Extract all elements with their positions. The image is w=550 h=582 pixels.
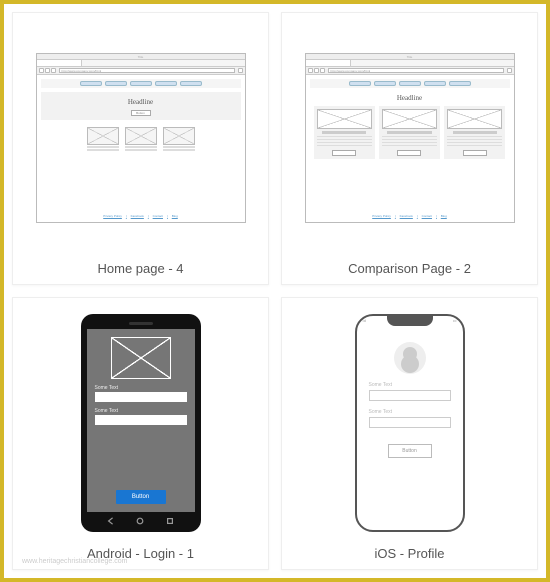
footer-links: Privacy Policy| Facebook| Contact| Blog <box>103 214 178 218</box>
android-nav-bar <box>87 512 195 526</box>
url-bar: http://www.company.com/html <box>59 68 235 73</box>
avatar-icon <box>394 342 426 374</box>
column-button <box>332 150 356 156</box>
profile-button: Button <box>388 444 432 458</box>
browser-tabs <box>306 60 514 67</box>
browser-wireframe: Title http://www.company.com/html Headli… <box>305 53 515 223</box>
gallery-container: Title http://www.company.com/html Headli… <box>0 0 550 582</box>
preview-ios: ııl CARRIER ▭ Some Text Some Text Button <box>292 308 527 538</box>
signal-icon: ııl <box>363 318 366 328</box>
search-icon <box>507 68 512 73</box>
preview-android: Some Text Some Text Button <box>23 308 258 538</box>
column-button <box>397 150 421 156</box>
card-title: Home page - 4 <box>98 261 184 276</box>
card-ios-profile[interactable]: ııl CARRIER ▭ Some Text Some Text Button <box>281 297 538 570</box>
forward-icon <box>314 68 319 73</box>
hero-section: Headline Button <box>41 92 241 120</box>
text-input <box>369 417 451 428</box>
image-placeholder-icon <box>382 109 437 129</box>
hero-button: Button <box>131 110 151 116</box>
login-button: Button <box>116 490 166 504</box>
text-input <box>95 392 187 402</box>
recent-icon <box>165 516 175 526</box>
back-icon <box>308 68 313 73</box>
browser-toolbar: http://www.company.com/html <box>306 67 514 75</box>
footer-links: Privacy Policy| Facebook| Contact| Blog <box>372 214 447 218</box>
android-device: Some Text Some Text Button <box>81 314 201 532</box>
android-screen: Some Text Some Text Button <box>87 329 195 512</box>
search-icon <box>238 68 243 73</box>
comparison-columns <box>310 104 510 161</box>
nav-row <box>41 79 241 88</box>
card-title: iOS - Profile <box>374 546 444 561</box>
headline: Headline <box>397 94 422 102</box>
card-android-login[interactable]: Some Text Some Text Button Android - Log… <box>12 297 269 570</box>
field-label: Some Text <box>95 408 187 414</box>
image-placeholder-icon <box>163 127 195 145</box>
card-title: Comparison Page - 2 <box>348 261 471 276</box>
browser-toolbar: http://www.company.com/html <box>37 67 245 75</box>
forward-icon <box>45 68 50 73</box>
back-icon <box>39 68 44 73</box>
home-icon <box>135 516 145 526</box>
url-bar: http://www.company.com/html <box>328 68 504 73</box>
text-input <box>95 415 187 425</box>
preview-comparison: Title http://www.company.com/html Headli… <box>292 23 527 253</box>
card-comparison-page[interactable]: Title http://www.company.com/html Headli… <box>281 12 538 285</box>
browser-tabs <box>37 60 245 67</box>
text-input <box>369 390 451 401</box>
notch-icon <box>387 316 433 326</box>
column-button <box>463 150 487 156</box>
image-placeholder-icon <box>111 337 171 379</box>
reload-icon <box>51 68 56 73</box>
image-placeholder-icon <box>447 109 502 129</box>
ios-screen: Some Text Some Text Button <box>357 330 463 530</box>
preview-home-page: Title http://www.company.com/html Headli… <box>23 23 258 253</box>
field-label: Some Text <box>95 385 187 391</box>
ios-device: ııl CARRIER ▭ Some Text Some Text Button <box>355 314 465 532</box>
battery-icon: ▭ <box>453 318 457 328</box>
back-icon <box>106 516 116 526</box>
thumbnail-row <box>41 123 241 155</box>
field-label: Some Text <box>369 409 451 415</box>
watermark: www.heritagechristiancollege.com <box>22 558 127 565</box>
reload-icon <box>320 68 325 73</box>
image-placeholder-icon <box>125 127 157 145</box>
headline: Headline <box>128 98 153 106</box>
speaker-icon <box>129 322 153 325</box>
field-label: Some Text <box>369 382 451 388</box>
image-placeholder-icon <box>317 109 372 129</box>
browser-wireframe: Title http://www.company.com/html Headli… <box>36 53 246 223</box>
card-home-page[interactable]: Title http://www.company.com/html Headli… <box>12 12 269 285</box>
nav-row <box>310 79 510 88</box>
image-placeholder-icon <box>87 127 119 145</box>
